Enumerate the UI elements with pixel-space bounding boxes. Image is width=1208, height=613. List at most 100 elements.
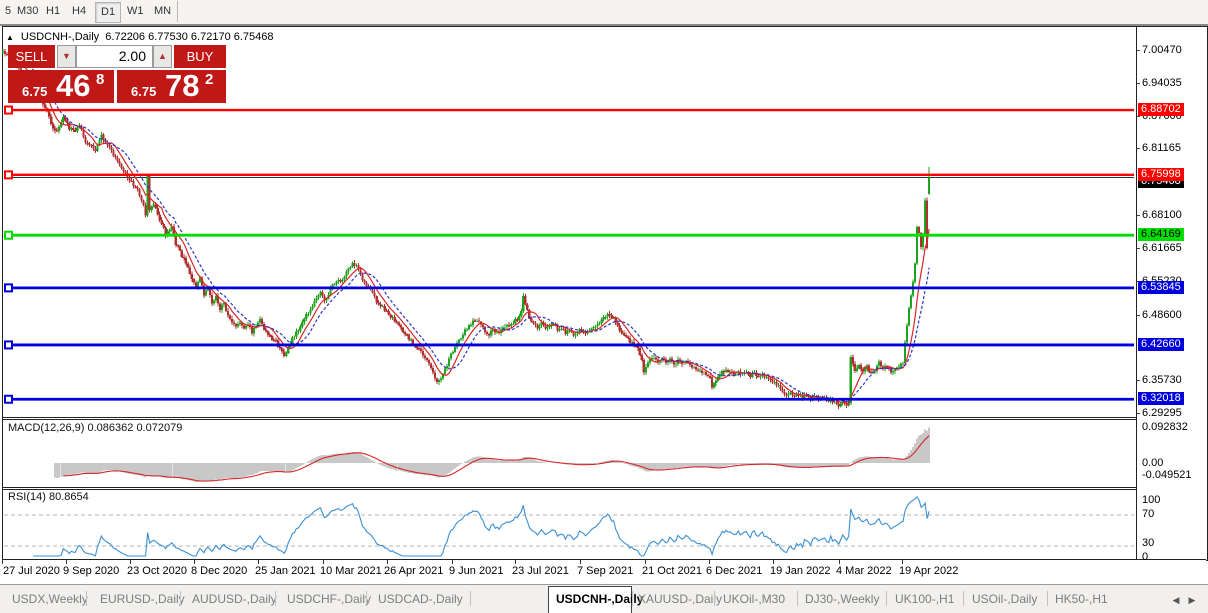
tab-dj30-weekly[interactable]: DJ30-,Weekly [805, 592, 879, 606]
date-tick [902, 560, 903, 564]
main-macd-separator[interactable] [2, 417, 1206, 418]
line-handle-icon [5, 107, 12, 114]
timeframe-toolbar: 5M30H1H4D1W1MN [0, 0, 1208, 26]
date-tick [580, 560, 581, 564]
tab-audusd-daily[interactable]: AUDUSD-,Daily [192, 592, 277, 606]
tab-separator [886, 591, 887, 606]
rsi-indicator-label: RSI(14) 80.8654 [8, 491, 89, 503]
date-tick [515, 560, 516, 564]
horizontal-line-6.88702[interactable] [4, 107, 1134, 114]
price-tick-label: 6.35730 [1142, 374, 1182, 386]
main-macd-separator-2 [2, 419, 1206, 420]
chart-symbol-label: USDCNH-,Daily [21, 31, 99, 43]
timeframe-button-mn[interactable]: MN [149, 2, 176, 21]
tab-separator [86, 591, 87, 606]
tab-hk50-h1[interactable]: HK50-,H1 [1055, 592, 1108, 606]
macd-histogram [55, 427, 929, 482]
line-handle-icon [5, 171, 12, 178]
sell-button[interactable]: SELL [8, 45, 55, 68]
volume-increase-button[interactable]: ▲ [153, 45, 172, 68]
tab-xauusd-daily[interactable]: XAUUSD-,Daily [638, 592, 722, 606]
line-handle-icon [5, 284, 12, 291]
chart-tab-bar: USDX,Weekly EURUSD-,Daily AUDUSD-,Daily USD… [0, 584, 1208, 613]
price-axis[interactable]: 7.004706.940356.876006.811656.681006.616… [1136, 27, 1207, 559]
line-price-flag: 6.53845 [1138, 281, 1184, 294]
horizontal-line-6.32018[interactable] [4, 396, 1134, 403]
price-tick [1137, 148, 1140, 149]
macd-main-value: 0.086362 [87, 422, 133, 434]
date-tick-label: 7 Sep 2021 [577, 565, 633, 577]
date-tick [773, 560, 774, 564]
candlestick-series [3, 49, 929, 409]
volume-input[interactable]: 2.00 [76, 45, 153, 68]
date-tick [323, 560, 324, 564]
timeframe-button-w1[interactable]: W1 [122, 2, 149, 21]
buy-price-pip: 2 [205, 71, 213, 88]
date-tick-label: 4 Mar 2022 [836, 565, 892, 577]
tabs-scroll-right-button[interactable]: ▶ [1186, 594, 1198, 606]
tab-usdcad-daily[interactable]: USDCAD-,Daily [378, 592, 463, 606]
date-tick-label: 6 Dec 2021 [706, 565, 762, 577]
timeframe-button-m30[interactable]: M30 [12, 2, 43, 21]
price-tick [1137, 248, 1140, 249]
price-tick-label: 6.48600 [1142, 309, 1182, 321]
price-tick-label: 7.00470 [1142, 44, 1182, 56]
macd-tick-label: 0.092832 [1142, 421, 1188, 433]
rsi-tick-label: 30 [1142, 537, 1154, 549]
tab-usdx-weekly[interactable]: USDX,Weekly [12, 592, 88, 606]
date-tick [258, 560, 259, 564]
tabs-scroll-left-button[interactable]: ◀ [1170, 594, 1182, 606]
tab-eurusd-daily[interactable]: EURUSD-,Daily [100, 592, 185, 606]
sell-price-display[interactable]: 6.75 46 8 [8, 70, 114, 103]
tab-separator [180, 591, 181, 606]
date-tick [2, 560, 3, 564]
collapse-expert-icon[interactable]: ▲ [6, 33, 14, 42]
volume-decrease-button[interactable]: ▼ [57, 45, 76, 68]
macd-signal-value: 0.072079 [136, 422, 182, 434]
date-axis[interactable]: 27 Jul 20209 Sep 202023 Oct 20208 Dec 20… [2, 560, 1206, 584]
macd-tick-label: -0.049521 [1142, 469, 1192, 481]
price-tick [1137, 50, 1140, 51]
line-handle-icon [5, 232, 12, 239]
buy-button[interactable]: BUY [174, 45, 226, 68]
macd-rsi-separator[interactable] [2, 487, 1206, 488]
price-tick-label: 6.94035 [1142, 77, 1182, 89]
price-tick-label: 6.81165 [1142, 142, 1181, 154]
rsi-tick-label: 100 [1142, 494, 1160, 506]
one-click-trading-panel: SELL ▼ 2.00 ▲ BUY 6.75 46 8 6.75 78 2 [8, 45, 226, 103]
date-tick [387, 560, 388, 564]
mt4-chart-window: { "toolbar": { "periods": [ {"label": "5… [0, 0, 1208, 613]
tab-usoil-daily[interactable]: USOil-,Daily [972, 592, 1037, 606]
price-tick [1137, 315, 1140, 316]
tab-usdchf-daily[interactable]: USDCHF-,Daily [287, 592, 371, 606]
sell-price-pip: 8 [96, 71, 104, 88]
tab-ukoil-m30[interactable]: UKOil-,M30 [723, 592, 785, 606]
date-tick [709, 560, 710, 564]
line-handle-icon [5, 341, 12, 348]
date-tick-label: 8 Dec 2020 [191, 565, 247, 577]
price-tick-label: 6.29295 [1142, 407, 1182, 419]
horizontal-line-6.53845[interactable] [4, 284, 1134, 291]
timeframe-button-d1[interactable]: D1 [95, 2, 121, 23]
buy-price-prefix: 6.75 [131, 84, 156, 99]
line-price-flag: 6.88702 [1138, 103, 1184, 116]
timeframe-button-h4[interactable]: H4 [67, 2, 91, 21]
buy-price-display[interactable]: 6.75 78 2 [117, 70, 226, 103]
line-handle-icon [5, 396, 12, 403]
horizontal-line-6.4266[interactable] [4, 341, 1134, 348]
tab-uk100-h1[interactable]: UK100-,H1 [895, 592, 954, 606]
macd-indicator-label: MACD(12,26,9) 0.086362 0.072079 [8, 422, 182, 434]
date-tick [839, 560, 840, 564]
macd-tick-label: 0.00 [1142, 457, 1163, 469]
date-tick-label: 19 Jan 2022 [770, 565, 831, 577]
rsi-line [33, 497, 929, 556]
date-tick-label: 9 Jun 2021 [449, 565, 503, 577]
timeframe-button-h1[interactable]: H1 [41, 2, 65, 21]
tab-separator [963, 591, 964, 606]
moving-average-slow[interactable] [29, 65, 929, 402]
tab-separator [275, 591, 276, 606]
date-tick-label: 27 Jul 2020 [3, 565, 60, 577]
tab-usdcnh-daily[interactable]: USDCNH-,Daily [556, 592, 643, 606]
date-tick [130, 560, 131, 564]
rsi-value: 80.8654 [49, 491, 89, 503]
